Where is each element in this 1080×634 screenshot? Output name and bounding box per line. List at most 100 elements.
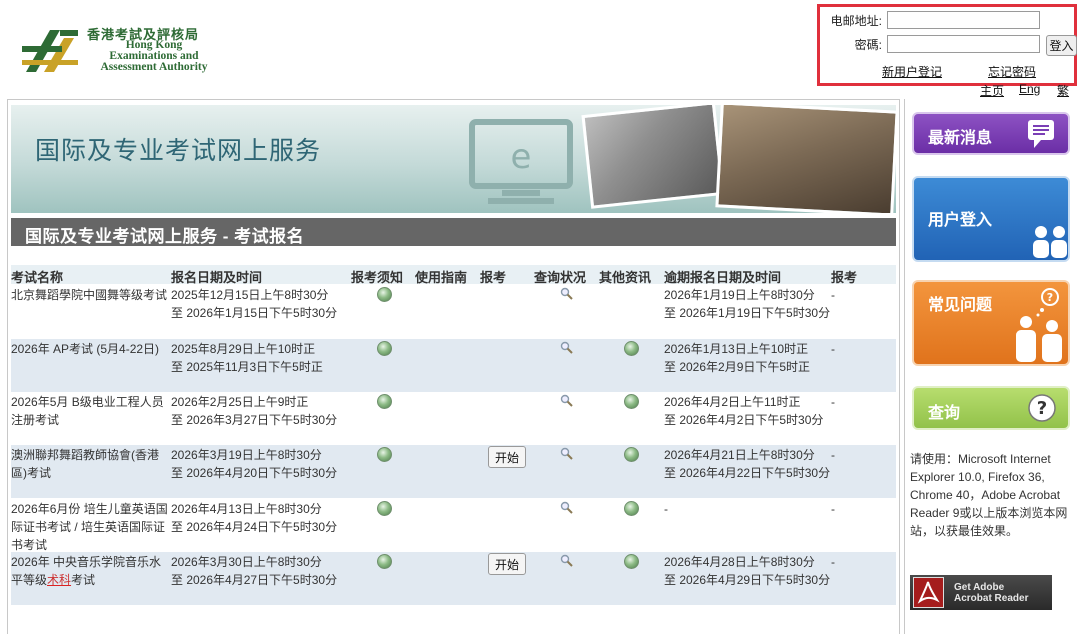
late-apply: - <box>831 448 835 462</box>
english-link[interactable]: Eng <box>1019 82 1040 96</box>
password-label: 密碼: <box>854 38 882 52</box>
exam-candidates-photo <box>715 105 896 213</box>
exam-name: 2026年6月份 培生儿童英语国际证书考试 / 培生英语国际证书考试 <box>11 502 168 552</box>
svg-text:?: ? <box>1047 291 1053 304</box>
sidebar: 最新消息 用户登入 常见问题 ? 查询 ? 请使用：Microsoft Inte… <box>904 99 1080 634</box>
table-row: 2026年 中央音乐学院音乐水平等级术科考试 2026年3月30日上午8时30分… <box>11 552 896 605</box>
exam-name: 北京舞蹈學院中國舞等级考试 <box>11 288 168 302</box>
home-link[interactable]: 主页 <box>980 82 1004 99</box>
news-tile[interactable]: 最新消息 <box>912 112 1070 155</box>
table-row: 2026年6月份 培生儿童英语国际证书考试 / 培生英语国际证书考试 2026年… <box>11 499 896 552</box>
hkeaa-logo[interactable]: 香港考試及評核局 Hong Kong Examinations and Asse… <box>20 22 230 78</box>
globe-icon[interactable] <box>377 341 392 356</box>
col-other-info: 其他资讯 <box>599 270 652 285</box>
magnifier-icon[interactable] <box>560 287 573 300</box>
exam-name: 澳洲聯邦舞蹈教師協會(香港區)考试 <box>11 448 159 480</box>
forgot-password-link[interactable]: 忘记密码 <box>988 63 1036 80</box>
globe-icon[interactable] <box>377 501 392 516</box>
application-period: 2026年4月13日上午8时30分至 2026年4月24日下午5时30分 <box>171 502 338 534</box>
application-period: 2026年3月30日上午8时30分至 2026年4月27日下午5时30分 <box>171 555 338 587</box>
password-field[interactable] <box>887 35 1040 53</box>
globe-icon[interactable] <box>624 447 639 462</box>
globe-icon[interactable] <box>624 554 639 569</box>
col-exam-name: 考试名称 <box>11 270 64 285</box>
banner-title: 国际及专业考试网上服务 <box>35 137 322 165</box>
exam-hall-photo <box>581 105 725 209</box>
exam-name: 2026年 中央音乐学院音乐水平等级术科考试 <box>11 555 162 587</box>
banner: 国际及专业考试网上服务 e <box>11 105 896 213</box>
exam-name: 2026年 AP考试 (5月4-22日) <box>11 342 160 356</box>
svg-text:?: ? <box>1037 398 1047 419</box>
query-label: 查询 <box>928 405 961 422</box>
col-notes: 报考须知 <box>351 270 404 285</box>
magnifier-icon[interactable] <box>560 394 573 407</box>
col-late-apply: 报考 <box>831 270 858 285</box>
table-row: 2026年 AP考试 (5月4-22日) 2025年8月29日上午10时正至 2… <box>11 339 896 392</box>
globe-icon[interactable] <box>377 394 392 409</box>
late-period: 2026年4月2日上午11时正至 2026年4月2日下午5时30分 <box>664 395 824 427</box>
late-period: - <box>664 502 668 516</box>
speech-bubble-icon <box>1028 120 1054 148</box>
email-field[interactable] <box>887 11 1040 29</box>
late-period: 2026年4月21日上午8时30分至 2026年4月22日下午5时30分 <box>664 448 831 480</box>
get-adobe-reader-button[interactable]: Get Adobe Acrobat Reader <box>910 575 1052 610</box>
main-content: 国际及专业考试网上服务 e 国际及专业考试网上服务 - 考试报名 考试名称 报名… <box>7 99 900 634</box>
globe-icon[interactable] <box>624 341 639 356</box>
magnifier-icon[interactable] <box>560 341 573 354</box>
traditional-chinese-link[interactable]: 繁 <box>1057 82 1069 99</box>
table-row: 北京舞蹈學院中國舞等级考试 2025年12月15日上午8时30分至 2026年1… <box>11 285 896 338</box>
col-apply: 报考 <box>480 270 507 285</box>
late-period: 2026年1月13日上午10时正至 2026年2月9日下午5时正 <box>664 342 811 374</box>
section-title: 国际及专业考试网上服务 - 考试报名 <box>11 218 896 246</box>
users-icon <box>1033 226 1067 258</box>
adobe-line2: Acrobat Reader <box>954 593 1029 604</box>
table-header: 考试名称 报名日期及时间 报考须知 使用指南 报考 查询状况 其他资讯 逾期报名… <box>11 265 896 285</box>
exam-name: 2026年5月 B级电业工程人员注册考试 <box>11 395 164 427</box>
globe-icon[interactable] <box>377 447 392 462</box>
email-label: 电邮地址: <box>830 14 882 28</box>
register-link[interactable]: 新用户登记 <box>882 63 942 80</box>
question-mark-icon: ? <box>1028 394 1056 422</box>
hkeaa-emblem-icon <box>22 30 78 72</box>
late-apply: - <box>831 288 835 302</box>
magnifier-icon[interactable] <box>560 554 573 567</box>
globe-icon[interactable] <box>377 287 392 302</box>
user-login-label: 用户登入 <box>928 212 993 229</box>
table-row: 澳洲聯邦舞蹈教師協會(香港區)考试 2026年3月19日上午8时30分至 202… <box>11 445 896 498</box>
application-period: 2026年2月25日上午9时正至 2026年3月27日下午5时30分 <box>171 395 338 427</box>
magnifier-icon[interactable] <box>560 447 573 460</box>
col-status: 查询状况 <box>534 270 587 285</box>
svg-text:e: e <box>511 137 532 177</box>
late-apply: - <box>831 502 835 516</box>
start-application-button[interactable]: 开始 <box>488 446 526 468</box>
globe-icon[interactable] <box>624 501 639 516</box>
faq-label: 常见问题 <box>928 297 993 314</box>
late-apply: - <box>831 342 835 356</box>
late-period: 2026年1月19日上午8时30分至 2026年1月19日下午5时30分 <box>664 288 831 320</box>
globe-icon[interactable] <box>377 554 392 569</box>
logo-english-line: Assessment Authority <box>100 61 208 73</box>
application-period: 2025年12月15日上午8时30分至 2026年1月15日下午5时30分 <box>171 288 338 320</box>
query-tile[interactable]: 查询 ? <box>912 386 1070 430</box>
faq-tile[interactable]: 常见问题 ? <box>912 280 1070 366</box>
login-button[interactable]: 登入 <box>1046 35 1077 56</box>
adobe-line1: Get Adobe <box>954 582 1005 593</box>
news-label: 最新消息 <box>928 130 993 147</box>
late-apply: - <box>831 395 835 409</box>
adobe-pdf-icon <box>913 577 944 608</box>
application-period: 2026年3月19日上午8时30分至 2026年4月20日下午5时30分 <box>171 448 338 480</box>
e-monitor-icon: e <box>469 119 573 204</box>
globe-icon[interactable] <box>624 394 639 409</box>
start-application-button[interactable]: 开始 <box>488 553 526 575</box>
table-row: 2026年5月 B级电业工程人员注册考试 2026年2月25日上午9时正至 20… <box>11 392 896 445</box>
col-late-period: 逾期报名日期及时间 <box>664 270 782 285</box>
question-people-icon: ? <box>1016 288 1062 362</box>
application-period: 2025年8月29日上午10时正至 2025年11月3日下午5时正 <box>171 342 323 374</box>
login-panel: 电邮地址: 密碼: 登入 新用户登记 忘记密码 <box>817 4 1077 86</box>
user-login-tile[interactable]: 用户登入 <box>912 176 1070 262</box>
magnifier-icon[interactable] <box>560 501 573 514</box>
browser-requirement-note: 请使用：Microsoft Internet Explorer 10.0, Fi… <box>910 452 1068 538</box>
late-apply: - <box>831 555 835 569</box>
col-guide: 使用指南 <box>415 270 468 285</box>
col-application-period: 报名日期及时间 <box>171 270 263 285</box>
